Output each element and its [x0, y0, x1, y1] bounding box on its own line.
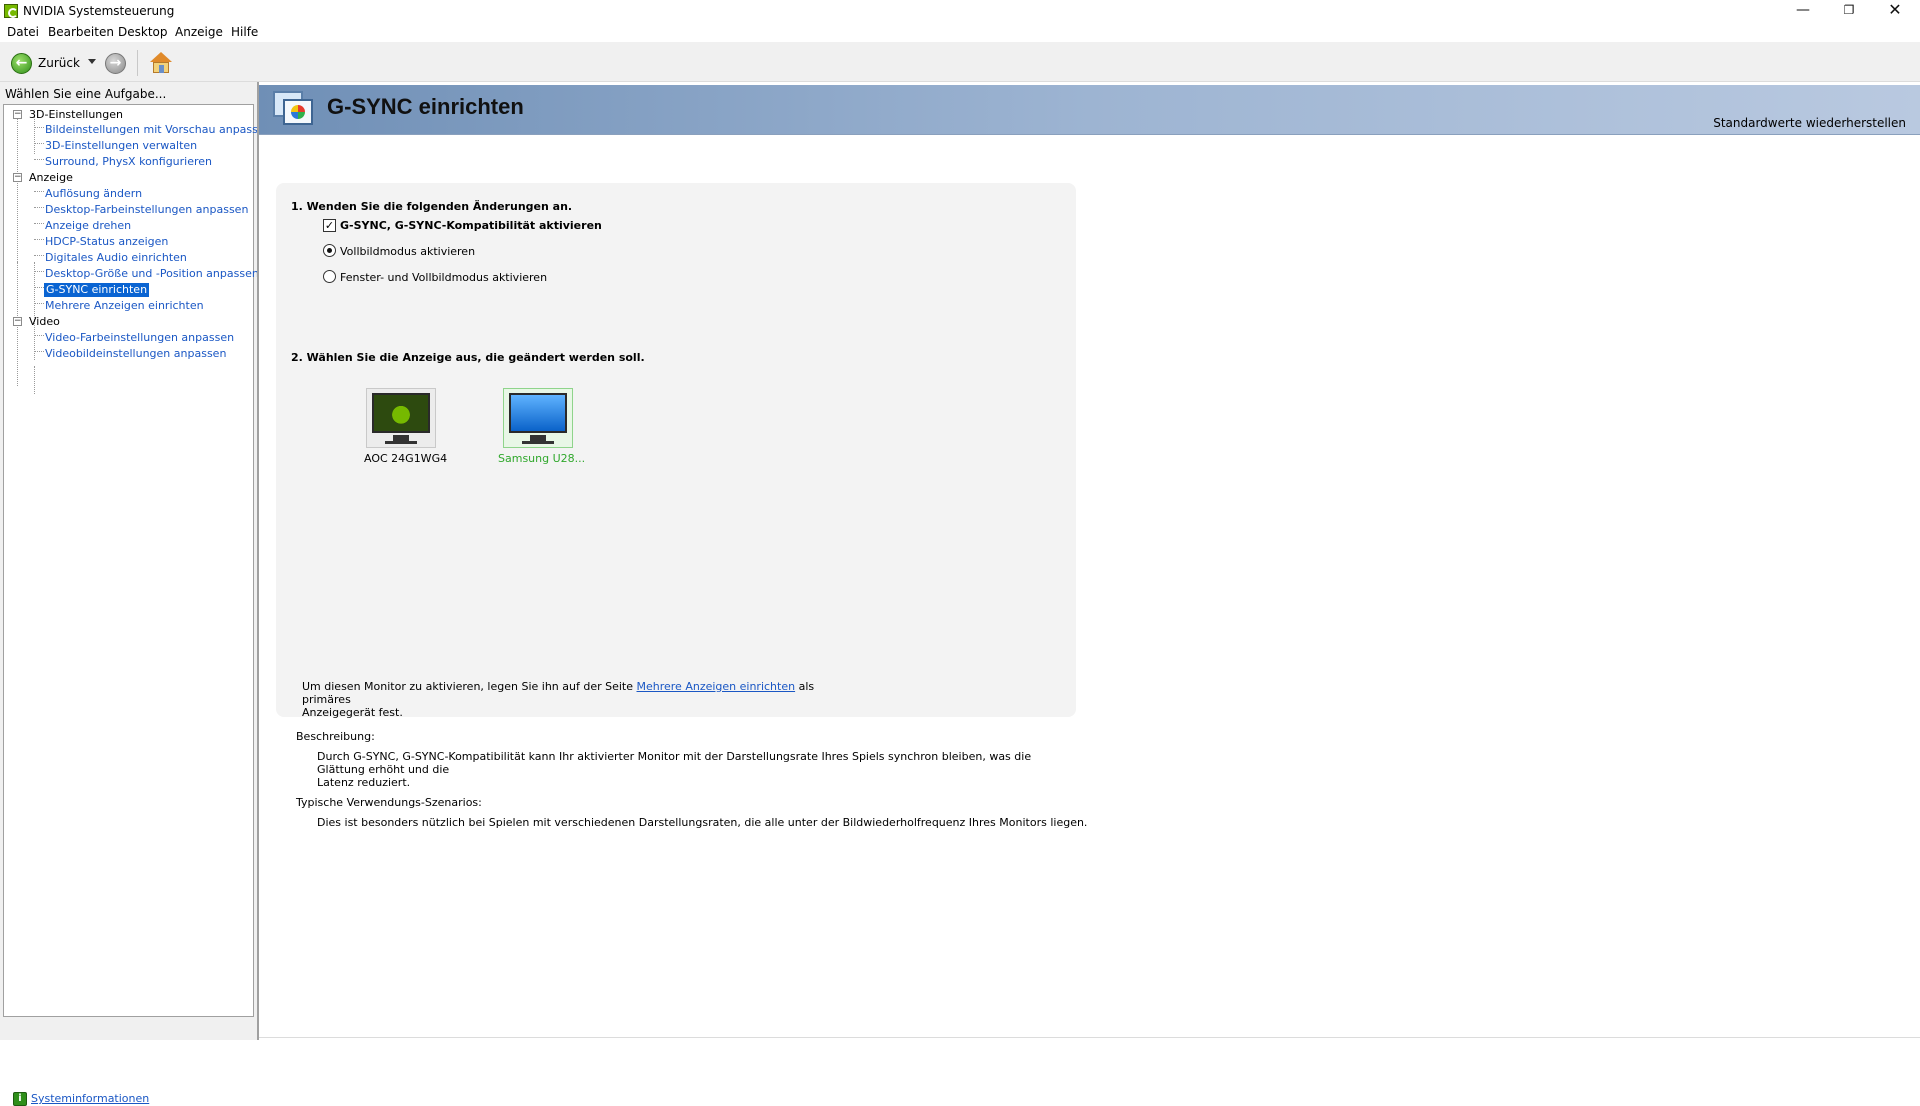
restore-defaults-link[interactable]: Standardwerte wiederherstellen: [1713, 116, 1906, 130]
tree-category-3d-einstellungen[interactable]: 3D-Einstellungen: [29, 108, 123, 122]
tree-item-3d-einstellungen-verwalten[interactable]: 3D-Einstellungen verwalten: [45, 139, 197, 153]
g-sync-display-icon: [273, 91, 315, 129]
task-pane-header: Wählen Sie eine Aufgabe...: [5, 87, 167, 101]
monitor-icon: [509, 393, 567, 433]
home-icon[interactable]: [149, 52, 173, 74]
radio-windowed-fullscreen[interactable]: [323, 270, 336, 283]
usage-text: Dies ist besonders nützlich bei Spielen …: [317, 816, 1088, 829]
tree-item-g-sync-einrichten[interactable]: G-SYNC einrichten: [44, 283, 150, 297]
minimize-button[interactable]: —: [1780, 0, 1826, 22]
settings-panel: 1. Wenden Sie die folgenden Änderungen a…: [276, 183, 1076, 719]
primary-display-note: Um diesen Monitor zu aktivieren, legen S…: [302, 680, 822, 719]
usage-label: Typische Verwendungs-Szenarios:: [296, 796, 482, 809]
note-text-before: Um diesen Monitor zu aktivieren, legen S…: [302, 680, 637, 693]
collapse-video-icon[interactable]: −: [13, 317, 22, 326]
toolbar: ← Zurück →: [0, 42, 1920, 82]
description-text: Durch G-SYNC, G-SYNC-Kompatibilität kann…: [317, 750, 1077, 789]
display-samsung-label[interactable]: Samsung U28...: [498, 452, 585, 465]
page-title: G-SYNC einrichten: [327, 94, 524, 119]
menu-bar: Datei Bearbeiten Desktop Anzeige Hilfe: [0, 22, 1920, 42]
display-aoc[interactable]: [366, 388, 436, 448]
monitor-icon: [372, 393, 430, 433]
tree-item-videobildeinstellungen[interactable]: Videobildeinstellungen anpassen: [45, 347, 226, 361]
step-1-title: 1. Wenden Sie die folgenden Änderungen a…: [291, 200, 573, 213]
tree-category-anzeige[interactable]: Anzeige: [29, 171, 73, 185]
radio-fullscreen[interactable]: [323, 244, 336, 257]
tree-item-digitales-audio[interactable]: Digitales Audio einrichten: [45, 251, 187, 265]
tree-item-surround-physx[interactable]: Surround, PhysX konfigurieren: [45, 155, 212, 169]
g-sync-checkbox[interactable]: ✓: [323, 219, 336, 232]
g-sync-checkbox-label[interactable]: G-SYNC, G-SYNC-Kompatibilität aktivieren: [340, 219, 602, 232]
system-info-label[interactable]: Systeminformationen: [31, 1092, 149, 1105]
display-aoc-label[interactable]: AOC 24G1WG4: [364, 452, 447, 465]
tree-item-desktop-farbeinstellungen[interactable]: Desktop-Farbeinstellungen anpassen: [45, 203, 248, 217]
menu-desktop[interactable]: Desktop: [118, 25, 168, 39]
step-2-title: 2. Wählen Sie die Anzeige aus, die geänd…: [291, 351, 645, 364]
tree-item-aufloesung[interactable]: Auflösung ändern: [45, 187, 142, 201]
info-icon: i: [13, 1092, 27, 1106]
toolbar-separator: [137, 50, 138, 76]
window-title: NVIDIA Systemsteuerung: [23, 4, 175, 18]
menu-anzeige[interactable]: Anzeige: [175, 25, 223, 39]
tree-item-video-farbeinstellungen[interactable]: Video-Farbeinstellungen anpassen: [45, 331, 234, 345]
status-divider: [259, 1037, 1920, 1038]
menu-bearbeiten[interactable]: Bearbeiten: [48, 25, 114, 39]
arrow-left-icon[interactable]: ←: [11, 53, 32, 74]
mehrere-anzeigen-link[interactable]: Mehrere Anzeigen einrichten: [637, 680, 796, 693]
nvidia-logo-icon: [4, 4, 18, 18]
back-history-dropdown-icon[interactable]: [88, 59, 96, 64]
pane-splitter[interactable]: [257, 82, 259, 1040]
description-label: Beschreibung:: [296, 730, 375, 743]
note-text-line2: Anzeigegerät fest.: [302, 706, 403, 719]
tree-item-mehrere-anzeigen[interactable]: Mehrere Anzeigen einrichten: [45, 299, 204, 313]
radio-windowed-label[interactable]: Fenster- und Vollbildmodus aktivieren: [340, 271, 547, 284]
menu-hilfe[interactable]: Hilfe: [231, 25, 258, 39]
back-button-label[interactable]: Zurück: [38, 56, 80, 70]
tree-category-video[interactable]: Video: [29, 315, 60, 329]
radio-fullscreen-label[interactable]: Vollbildmodus aktivieren: [340, 245, 475, 258]
page-banner: G-SYNC einrichten Standardwerte wiederhe…: [259, 85, 1920, 135]
description-text-line1: Durch G-SYNC, G-SYNC-Kompatibilität kann…: [317, 750, 1032, 776]
tree-item-anzeige-drehen[interactable]: Anzeige drehen: [45, 219, 131, 233]
restore-button[interactable]: ❐: [1826, 0, 1872, 22]
tree-item-hdcp-status[interactable]: HDCP-Status anzeigen: [45, 235, 168, 249]
task-pane: Wählen Sie eine Aufgabe... − 3D-Einstell…: [0, 82, 272, 1106]
collapse-anzeige-icon[interactable]: −: [13, 173, 22, 182]
arrow-right-icon[interactable]: →: [105, 53, 126, 74]
close-button[interactable]: ✕: [1872, 0, 1918, 22]
description-text-line2: Latenz reduziert.: [317, 776, 411, 789]
collapse-3d-einstellungen-icon[interactable]: −: [13, 110, 22, 119]
tree-item-desktop-groesse[interactable]: Desktop-Größe und -Position anpassen: [45, 267, 259, 281]
display-samsung[interactable]: [503, 388, 573, 448]
title-bar: NVIDIA Systemsteuerung — ❐ ✕: [0, 0, 1920, 22]
menu-datei[interactable]: Datei: [7, 25, 39, 39]
tree-item-bildeinstellungen[interactable]: Bildeinstellungen mit Vorschau anpassen: [45, 123, 272, 137]
